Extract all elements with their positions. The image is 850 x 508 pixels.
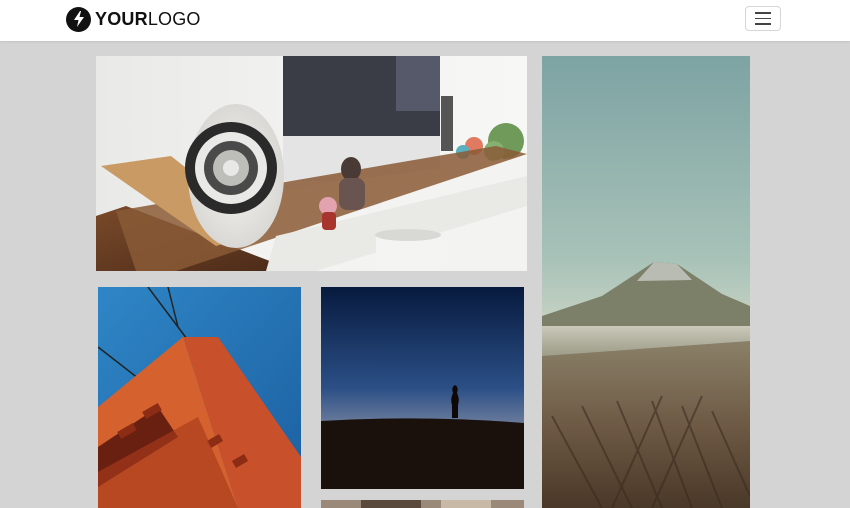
photo-red-bridge-tower[interactable]	[98, 287, 301, 508]
menu-line-1	[755, 12, 771, 14]
photo-mountain-volcano[interactable]	[542, 56, 750, 508]
hamburger-menu-icon[interactable]	[745, 6, 781, 31]
brand-logo-link[interactable]: YOURLOGO	[66, 6, 201, 32]
menu-line-3	[755, 23, 771, 25]
navbar: YOURLOGO	[0, 0, 850, 41]
menu-line-2	[755, 17, 771, 20]
photo-partial-bottom[interactable]	[321, 500, 524, 508]
brand-text-bold: YOUR	[95, 8, 148, 29]
photo-sunset-silhouette[interactable]	[321, 287, 524, 489]
brand-text: YOURLOGO	[95, 9, 201, 30]
photo-desk-speaker[interactable]	[96, 56, 527, 271]
lightning-bolt-icon	[66, 6, 91, 32]
brand-text-light: LOGO	[147, 8, 201, 29]
